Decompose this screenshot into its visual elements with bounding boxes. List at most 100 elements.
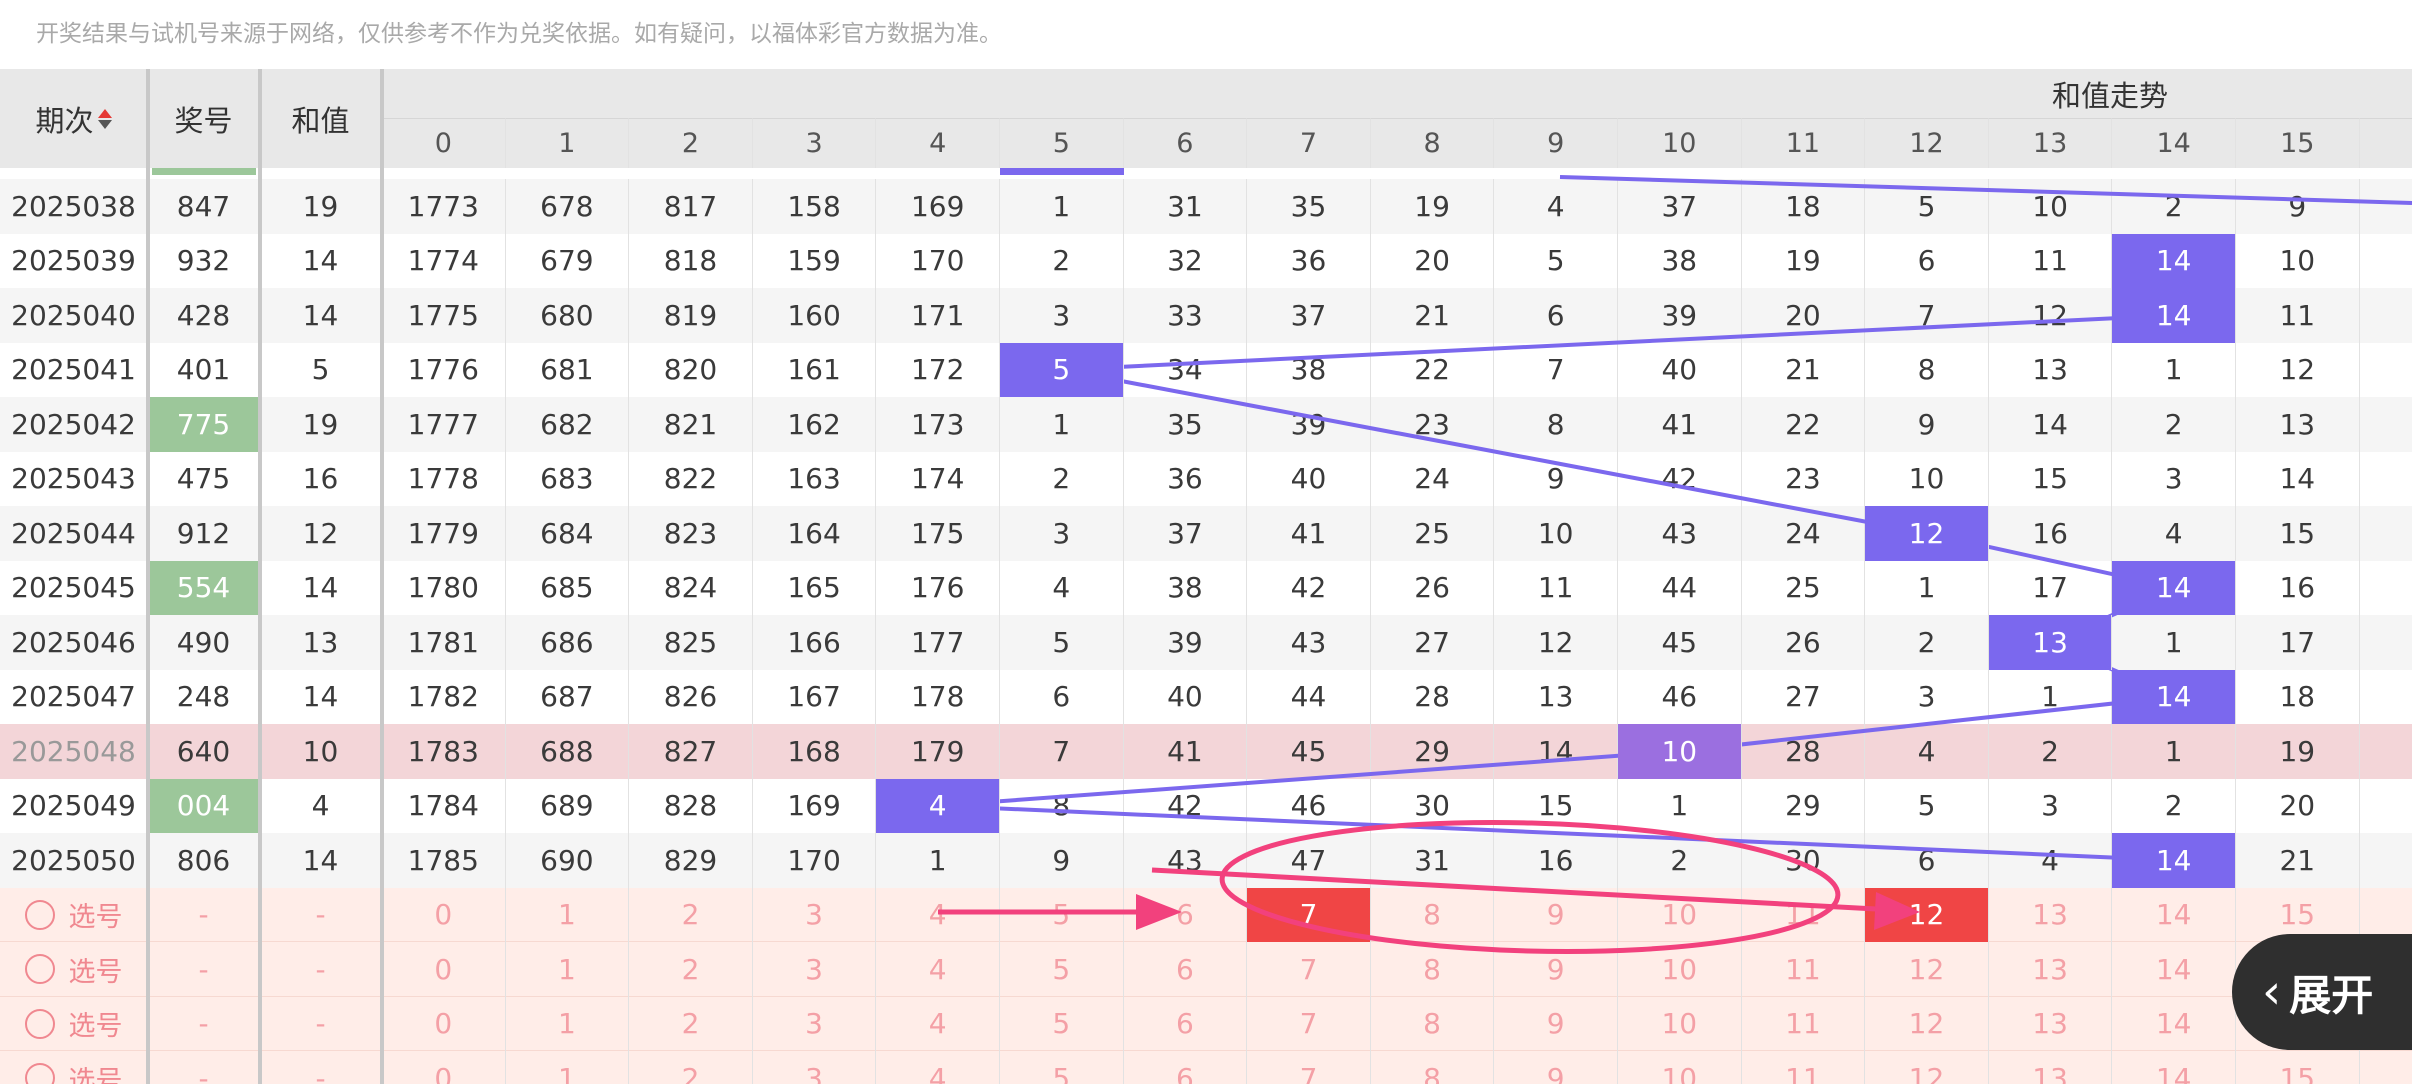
pick-cell[interactable]: 14	[2112, 1051, 2236, 1084]
pick-cell[interactable]: 10	[1618, 887, 1742, 942]
pick-cell[interactable]: 2	[629, 887, 753, 942]
pick-cell[interactable]: 15	[2236, 1051, 2360, 1084]
pick-cell[interactable]: 11	[1742, 1051, 1866, 1084]
trend-cell: 4	[1865, 724, 1989, 779]
radio-icon[interactable]	[24, 1008, 55, 1039]
pick-cell[interactable]: 2	[629, 1051, 753, 1084]
row-number: 806	[148, 833, 260, 888]
pick-cell[interactable]: 9	[1494, 887, 1618, 942]
pick-cell[interactable]: 8	[1371, 942, 1495, 997]
row-period: 2025041	[0, 342, 148, 397]
trend-cell: 1	[1000, 397, 1124, 452]
pick-row-selector[interactable]: 选号	[0, 1051, 148, 1084]
pick-cell[interactable]: 6	[1124, 1051, 1248, 1084]
pick-cell[interactable]: 2	[629, 942, 753, 997]
pick-row-selector[interactable]: 选号	[0, 942, 148, 997]
pick-cell[interactable]: 3	[753, 1051, 877, 1084]
header-period[interactable]: 期次	[0, 69, 148, 168]
pick-cell[interactable]: 1	[506, 996, 630, 1051]
trend-cell: 4	[1000, 560, 1124, 615]
pick-cell[interactable]: 10	[1618, 942, 1742, 997]
pick-cell[interactable]: 3	[753, 887, 877, 942]
pick-cell[interactable]: 9	[1494, 1051, 1618, 1084]
pick-cell[interactable]: 8	[1371, 1051, 1495, 1084]
pick-cell[interactable]: 13	[1989, 1051, 2113, 1084]
pick-cell[interactable]: 0	[382, 1051, 506, 1084]
sort-icon[interactable]	[97, 108, 112, 129]
pick-cell[interactable]: 7	[1247, 942, 1371, 997]
pick-cell[interactable]: 12	[1865, 996, 1989, 1051]
pick-cell[interactable]: 10	[1618, 1051, 1742, 1084]
trend-cell: 683	[506, 451, 630, 506]
header-trend-col-3: 3	[752, 118, 877, 168]
header-trend-col-14: 14	[2112, 118, 2236, 168]
trend-cell-partial	[2360, 397, 2412, 452]
trend-cell: 44	[1618, 560, 1742, 615]
pick-cell[interactable]: 10	[1618, 996, 1742, 1051]
trend-cell: 19	[1742, 233, 1866, 288]
pick-cell[interactable]: 8	[1371, 996, 1495, 1051]
trend-cell: 24	[1371, 451, 1495, 506]
pick-cell[interactable]: 0	[382, 942, 506, 997]
pick-cell[interactable]: 6	[1124, 942, 1248, 997]
pick-cell[interactable]: 12	[1865, 942, 1989, 997]
pick-cell[interactable]: 13	[1989, 942, 2113, 997]
pick-cell[interactable]: 6	[1124, 996, 1248, 1051]
pick-cell[interactable]: 11	[1742, 942, 1866, 997]
pick-cell[interactable]: 5	[1000, 887, 1124, 942]
row-number: 932	[148, 233, 260, 288]
trend-cell: 26	[1371, 560, 1495, 615]
pick-cell[interactable]: 5	[1000, 942, 1124, 997]
pick-cell[interactable]: 3	[753, 996, 877, 1051]
pick-cell[interactable]: 14	[2112, 942, 2236, 997]
pick-cell[interactable]: 1	[506, 887, 630, 942]
pick-cell[interactable]: 3	[753, 942, 877, 997]
trend-hit-cell: 14	[2112, 288, 2236, 343]
pick-row-label: 选号	[68, 1065, 123, 1084]
pick-cell[interactable]: 14	[2112, 996, 2236, 1051]
pick-cell[interactable]: 5	[1000, 996, 1124, 1051]
pick-row-selector[interactable]: 选号	[0, 887, 148, 942]
radio-icon[interactable]	[24, 1063, 55, 1084]
pick-cell[interactable]: 5	[1000, 1051, 1124, 1084]
expand-button-label: 展开	[2289, 970, 2374, 1020]
trend-cell: 14	[2236, 451, 2360, 506]
pick-cell[interactable]: 1	[506, 1051, 630, 1084]
pick-cell[interactable]: 4	[876, 887, 1000, 942]
pick-cell[interactable]: 11	[1742, 887, 1866, 942]
trend-cell: 174	[876, 451, 1000, 506]
header-trend-col-2: 2	[629, 118, 753, 168]
trend-cell: 5	[1494, 233, 1618, 288]
pick-cell[interactable]: 9	[1494, 942, 1618, 997]
trend-cell: 7	[1865, 288, 1989, 343]
pick-row-selector[interactable]: 选号	[0, 996, 148, 1051]
pick-cell[interactable]: 13	[1989, 996, 2113, 1051]
pick-cell[interactable]: 9	[1494, 996, 1618, 1051]
pick-cell[interactable]: 7	[1247, 996, 1371, 1051]
trend-cell: 20	[1371, 233, 1495, 288]
pick-cell[interactable]: 0	[382, 996, 506, 1051]
trend-cell: 23	[1371, 397, 1495, 452]
pick-cell[interactable]: 4	[876, 942, 1000, 997]
trend-cell: 175	[876, 506, 1000, 561]
pick-cell[interactable]: 1	[506, 942, 630, 997]
radio-icon[interactable]	[24, 899, 55, 930]
pick-cell[interactable]: 12	[1865, 1051, 1989, 1084]
pick-cell[interactable]: 8	[1371, 887, 1495, 942]
pick-cell[interactable]: 11	[1742, 996, 1866, 1051]
pick-cell[interactable]: 4	[876, 996, 1000, 1051]
pick-cell[interactable]: 2	[629, 996, 753, 1051]
pick-cell-selected[interactable]: 12	[1865, 887, 1989, 942]
pick-cell[interactable]: 14	[2112, 887, 2236, 942]
trend-cell: 162	[753, 397, 877, 452]
pick-cell-selected[interactable]: 7	[1247, 887, 1371, 942]
pick-cell[interactable]: 0	[382, 887, 506, 942]
pick-cell[interactable]: 6	[1124, 887, 1248, 942]
pick-cell[interactable]: 4	[876, 1051, 1000, 1084]
trend-cell: 8	[1494, 397, 1618, 452]
pick-cell[interactable]: 13	[1989, 887, 2113, 942]
expand-button[interactable]: ‹ 展开	[2232, 934, 2412, 1050]
radio-icon[interactable]	[24, 954, 55, 985]
trend-cell: 45	[1618, 615, 1742, 670]
pick-cell[interactable]: 7	[1247, 1051, 1371, 1084]
